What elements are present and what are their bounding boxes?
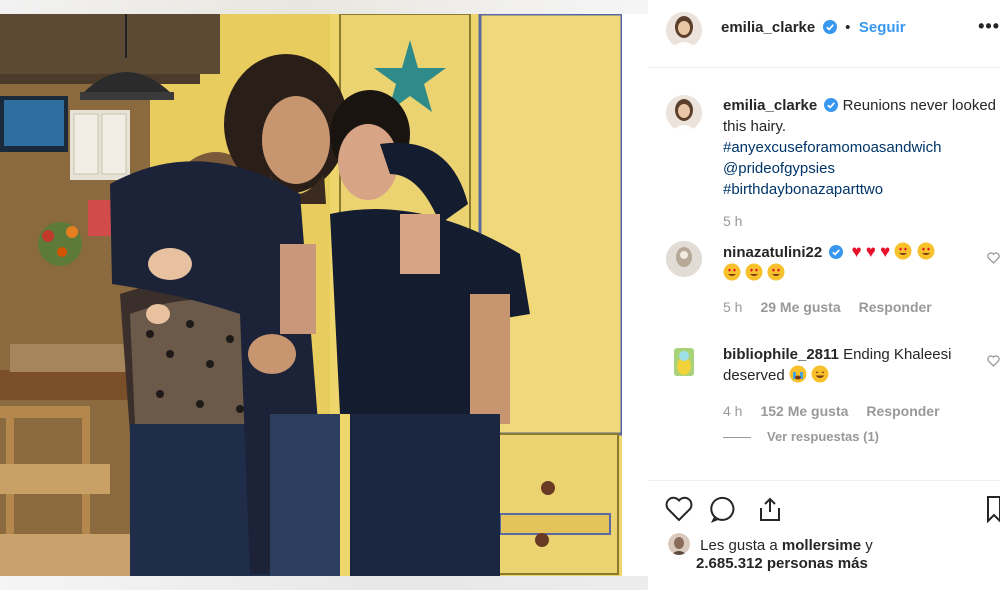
likes-summary-line1: Les gusta a mollersime y [668,533,873,555]
heart-eyes-emoji [894,242,912,260]
separator-dot: • [845,19,851,36]
photo-illustration [0,14,622,576]
small-heart-icon[interactable] [987,252,1000,264]
replies-divider [723,437,751,439]
red-heart-emoji: ♥ [880,242,891,261]
comment-meta: 5 h 29 Me gusta Responder [723,299,932,315]
actions-bar: Les gusta a mollersime y 2.685.312 perso… [648,480,1000,590]
likes-count[interactable]: 2.685.312 personas más [696,555,868,572]
reply-button[interactable]: Responder [866,403,939,419]
grinning-sweat-emoji [811,365,829,383]
bookmark-icon[interactable] [986,495,1000,523]
comment-text-line2: deserved [723,367,785,384]
comment-username[interactable]: ninazatulini22 [723,244,822,261]
likes-prefix: Les gusta a [700,537,778,554]
heart-eyes-emoji [767,263,785,281]
comment-avatar-image [666,241,702,277]
reply-button[interactable]: Responder [859,299,932,315]
verified-badge-icon [824,98,839,112]
comment-text: Ending Khaleesi [843,346,952,363]
avatar[interactable] [666,12,702,48]
comment-meta: 4 h 152 Me gusta Responder [723,403,940,419]
comment-likes[interactable]: 29 Me gusta [760,299,840,315]
more-options-icon[interactable]: ••• [978,16,1000,37]
comment-username[interactable]: bibliophile_2811 [723,346,839,363]
comment-time: 5 h [723,299,743,315]
comment-time: 4 h [723,403,743,419]
hashtag-link[interactable]: #anyexcuseforamomoasandwich [723,137,1000,158]
small-heart-icon[interactable] [987,355,1000,367]
caption-avatar-image [666,95,702,131]
post-side-panel: emilia_clarke • Seguir ••• emilia_clarke… [648,0,1000,590]
crying-face-emoji [789,365,807,383]
verified-badge-icon [822,20,837,34]
comment-avatar[interactable] [666,241,702,277]
caption-avatar[interactable] [666,95,702,131]
share-icon[interactable] [756,495,784,523]
caption-time: 5 h [723,213,743,229]
heart-icon[interactable] [664,495,694,523]
likes-conj: y [865,537,873,554]
follow-button[interactable]: Seguir [859,19,906,36]
view-replies-label: Ver respuestas (1) [767,429,880,444]
red-heart-emoji: ♥ [851,242,862,261]
post-username[interactable]: emilia_clarke [721,19,815,36]
heart-eyes-emoji [723,263,741,281]
comment: bibliophile_2811 Ending Khaleesi deserve… [723,344,970,386]
caption-text-line1: Reunions never looked [842,97,997,114]
caption-text-line2: this hairy. [723,118,787,135]
post-header: emilia_clarke • Seguir ••• [648,0,1000,68]
comment-icon[interactable] [710,495,738,523]
post-photo[interactable] [0,14,622,576]
comment: ninazatulini22 ♥ ♥ ♥ [723,241,970,284]
caption-username[interactable]: emilia_clarke [723,97,817,114]
likes-summary-line2[interactable]: 2.685.312 personas más [696,555,868,572]
caption: emilia_clarke Reunions never looked this… [723,95,1000,200]
liker-username[interactable]: mollersime [782,537,861,554]
avatar-image [666,12,702,48]
liker-avatar[interactable] [668,533,690,555]
mention-link[interactable]: @prideofgypsies [723,158,1000,179]
comment-avatar-image [666,344,702,380]
hashtag-link[interactable]: #birthdaybonazaparttwo [723,179,1000,200]
comment-likes[interactable]: 152 Me gusta [760,403,848,419]
comment-avatar[interactable] [666,344,702,380]
red-heart-emoji: ♥ [865,242,876,261]
heart-eyes-emoji [745,263,763,281]
view-replies-button[interactable]: Ver respuestas (1) [723,429,879,444]
heart-eyes-emoji [917,242,934,260]
verified-badge-icon [829,245,844,259]
post-header-line: emilia_clarke • Seguir [721,19,906,37]
